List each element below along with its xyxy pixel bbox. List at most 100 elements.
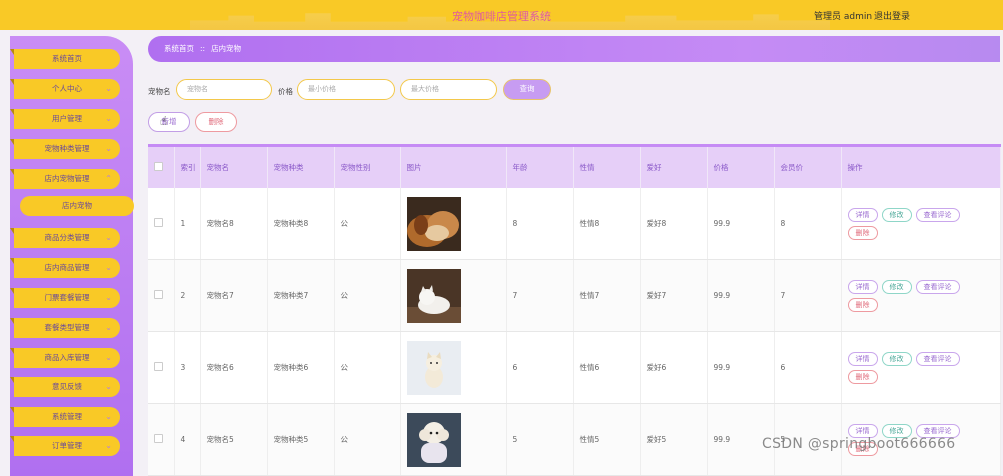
- sidebar-item-store-pets[interactable]: 店内宠物管理 ⌃: [10, 169, 120, 189]
- notch-decoration: [10, 318, 14, 324]
- pet-name-label: 宠物名: [148, 87, 171, 96]
- cell-price: 99.9: [707, 259, 775, 332]
- row-select-cell: [148, 331, 175, 404]
- row-checkbox[interactable]: [154, 434, 163, 443]
- breadcrumb-current: 店内宠物: [211, 44, 242, 53]
- pet-name-input[interactable]: 宠物名: [176, 79, 272, 100]
- pet-photo-kitten[interactable]: [406, 340, 461, 395]
- notch-decoration: [10, 288, 14, 294]
- sidebar-item-feedback[interactable]: 意见反馈 ⌄: [10, 377, 120, 397]
- row-action-group: 详情 修改 查看评论 删除: [847, 351, 978, 384]
- cell-age: 7: [506, 259, 574, 332]
- notch-decoration: [10, 79, 14, 85]
- pets-table: 索引 宠物名 宠物种类 宠物性别 图片 年龄 性情 爱好 价格 会员价 操作 1…: [148, 144, 1001, 476]
- cell-kind: 宠物种类6: [267, 331, 335, 404]
- pet-photo-white-cat[interactable]: [406, 268, 461, 323]
- cell-gender: 公: [334, 259, 401, 332]
- sidebar-item-package-types[interactable]: 套餐类型管理 ⌄: [10, 318, 120, 338]
- cell-kind: 宠物种类7: [267, 259, 335, 332]
- cell-gender: 公: [334, 188, 401, 260]
- view-comments-button[interactable]: 查看评论: [915, 207, 960, 222]
- chevron-down-icon: ⌄: [105, 114, 112, 123]
- logout-link[interactable]: 退出登录: [874, 9, 910, 22]
- sidebar-item-label: 套餐类型管理: [44, 323, 90, 332]
- detail-button[interactable]: 详情: [847, 279, 878, 294]
- add-button[interactable]: 新增: [148, 112, 190, 132]
- notch-decoration: [10, 49, 14, 55]
- detail-button[interactable]: 详情: [847, 351, 878, 366]
- sidebar-item-system[interactable]: 系统管理 ⌄: [10, 407, 120, 427]
- row-delete-button[interactable]: 删除: [847, 369, 878, 384]
- notch-decoration: [10, 228, 14, 234]
- row-select-cell: [148, 188, 175, 260]
- sidebar-item-orders[interactable]: 订单管理 ⌄: [10, 436, 120, 456]
- cell-image: [400, 331, 507, 404]
- cell-kind: 宠物种类8: [267, 188, 335, 260]
- sidebar-subitem-store-pets[interactable]: 店内宠物: [20, 196, 134, 216]
- edit-button[interactable]: 修改: [881, 279, 912, 294]
- sidebar-item-ticket-packages[interactable]: 门票套餐管理 ⌄: [10, 288, 120, 308]
- sidebar-item-label: 商品入库管理: [44, 353, 90, 362]
- row-checkbox[interactable]: [154, 218, 163, 227]
- row-checkbox[interactable]: [154, 290, 163, 299]
- row-checkbox[interactable]: [154, 362, 163, 371]
- notch-decoration: [10, 377, 14, 383]
- edit-button[interactable]: 修改: [881, 207, 912, 222]
- column-header-hobby: 爱好: [640, 145, 708, 188]
- sidebar-item-label: 系统管理: [52, 412, 82, 421]
- table-row: 3 宠物名6 宠物种类6 公 6 性情6 爱好6 99.9 6 详情 修改 查看…: [148, 331, 1001, 404]
- min-price-input[interactable]: 最小价格: [297, 79, 395, 100]
- cell-name: 宠物名8: [200, 188, 268, 260]
- sidebar-item-label: 订单管理: [52, 441, 82, 450]
- sidebar-item-label: 系统首页: [52, 54, 82, 63]
- chevron-down-icon: ⌄: [105, 233, 112, 242]
- pet-photo-poodle[interactable]: [406, 412, 461, 467]
- chevron-down-icon: ⌄: [105, 84, 112, 93]
- cell-member-price: 8: [774, 188, 842, 260]
- sidebar-item-users[interactable]: 用户管理 ⌄: [10, 109, 120, 129]
- cell-price: 99.9: [707, 188, 775, 260]
- cell-index: 1: [174, 188, 201, 260]
- select-all-checkbox[interactable]: [154, 162, 163, 171]
- edit-button[interactable]: 修改: [881, 351, 912, 366]
- sidebar-item-store-goods[interactable]: 店内商品管理 ⌄: [10, 258, 120, 278]
- sidebar: 系统首页 个人中心 ⌄ 用户管理 ⌄ 宠物种类管理 ⌄ 店内宠物管理 ⌃ 店内宠物 商品…: [10, 36, 134, 476]
- breadcrumb-home[interactable]: 系统首页: [164, 44, 194, 53]
- row-delete-button[interactable]: 删除: [847, 297, 878, 312]
- view-comments-button[interactable]: 查看评论: [915, 351, 960, 366]
- cell-temper: 性情6: [573, 331, 641, 404]
- notch-decoration: [10, 407, 14, 413]
- cell-member-price: 7: [774, 259, 842, 332]
- column-header-temper: 性情: [573, 145, 641, 188]
- chevron-down-icon: ⌄: [105, 441, 112, 450]
- cell-age: 8: [506, 188, 574, 260]
- table-header-row: 索引 宠物名 宠物种类 宠物性别 图片 年龄 性情 爱好 价格 会员价 操作: [148, 145, 1001, 188]
- cell-actions: 详情 修改 查看评论 删除: [841, 259, 1001, 332]
- sidebar-item-stock-in[interactable]: 商品入库管理 ⌄: [10, 348, 120, 368]
- sidebar-item-pet-kinds[interactable]: 宠物种类管理 ⌄: [10, 139, 120, 159]
- cell-member-price: 6: [774, 331, 842, 404]
- current-user: 管理员 admin: [814, 12, 873, 22]
- sidebar-item-profile[interactable]: 个人中心 ⌄: [10, 79, 120, 99]
- view-comments-button[interactable]: 查看评论: [915, 279, 960, 294]
- sidebar-item-label: 个人中心: [52, 84, 82, 93]
- sidebar-item-label: 店内宠物: [62, 201, 92, 210]
- sidebar-item-home[interactable]: 系统首页: [10, 49, 120, 69]
- cell-index: 3: [174, 331, 201, 404]
- sidebar-item-label: 商品分类管理: [44, 233, 90, 242]
- detail-button[interactable]: 详情: [847, 207, 878, 222]
- cell-hobby: 爱好6: [640, 331, 708, 404]
- search-button[interactable]: 查询: [503, 79, 551, 100]
- select-all-cell: [148, 145, 175, 188]
- row-select-cell: [148, 259, 175, 332]
- column-header-age: 年龄: [506, 145, 574, 188]
- sidebar-item-goods-category[interactable]: 商品分类管理 ⌄: [10, 228, 120, 248]
- row-delete-button[interactable]: 删除: [847, 225, 878, 240]
- chevron-down-icon: ⌄: [105, 412, 112, 421]
- cell-name: 宠物名7: [200, 259, 268, 332]
- pet-photo-dogs[interactable]: [406, 196, 461, 251]
- hand-cursor-icon: ☝: [160, 114, 168, 128]
- table-row: 1 宠物名8 宠物种类8 公 8 性情8 爱好8 99.9 8 详情 修改 查看…: [148, 188, 1001, 260]
- delete-button[interactable]: 删除: [195, 112, 237, 132]
- max-price-input[interactable]: 最大价格: [400, 79, 497, 100]
